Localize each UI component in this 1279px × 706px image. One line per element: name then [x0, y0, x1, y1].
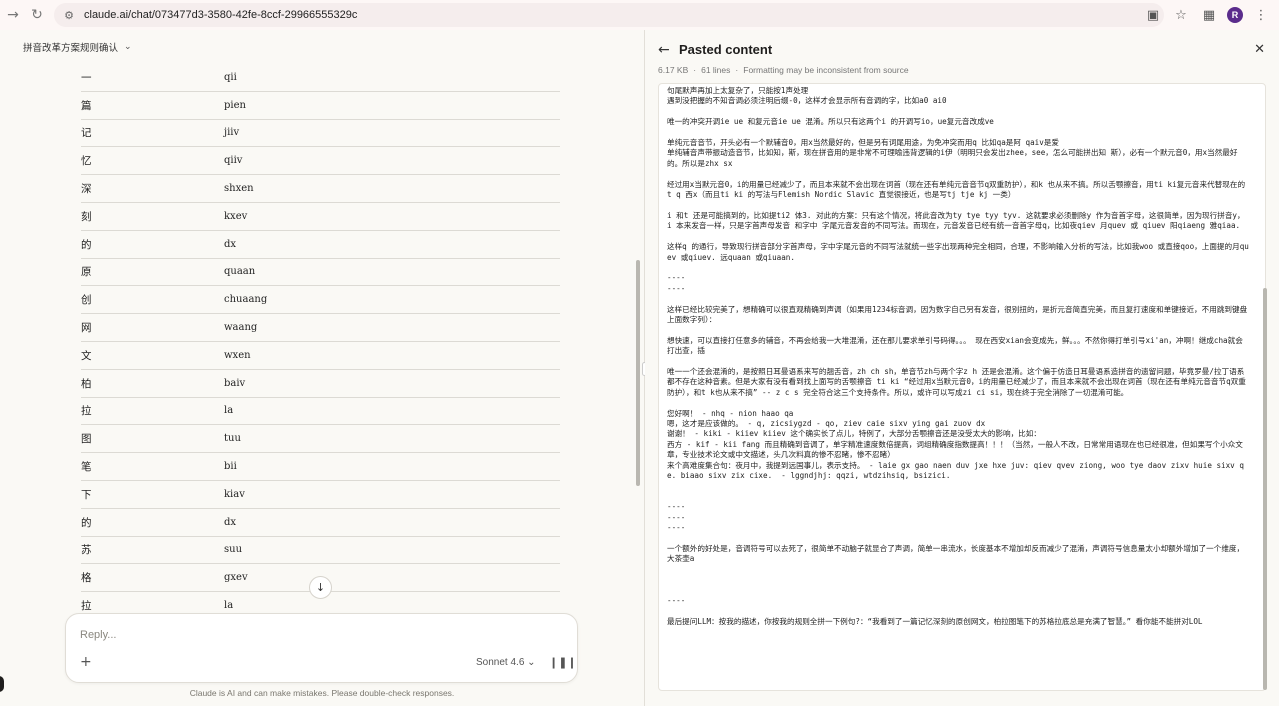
chat-scrollbar[interactable] — [636, 260, 640, 486]
pinyin-cell: gxev — [224, 572, 248, 584]
back-arrow-icon[interactable]: ← — [658, 42, 670, 58]
table-row: 的 dx — [81, 509, 560, 537]
table-row: 网 waang — [81, 314, 560, 342]
table-row: 篇 pien — [81, 92, 560, 120]
character-cell: 拉 — [81, 405, 92, 418]
table-row: 记 jiiv — [81, 120, 560, 148]
table-row: 的 dx — [81, 231, 560, 259]
url-text[interactable]: claude.ai/chat/073477d3-3580-42fe-8ccf-2… — [84, 9, 357, 21]
character-cell: 篇 — [81, 99, 92, 112]
character-cell: 原 — [81, 266, 92, 279]
pinyin-cell: dx — [224, 516, 237, 528]
profile-avatar[interactable]: R — [1227, 7, 1243, 23]
bookmark-star-icon[interactable]: ☆ — [1171, 5, 1191, 25]
character-cell: 深 — [81, 183, 92, 196]
model-selector[interactable]: Sonnet 4.6 ⌄ — [476, 657, 536, 668]
character-cell: 格 — [81, 572, 92, 585]
add-attachment-icon[interactable]: + — [80, 654, 92, 670]
character-cell: 文 — [81, 349, 92, 362]
arrow-down-icon: ↓ — [315, 581, 326, 594]
character-cell: 柏 — [81, 377, 92, 390]
voice-mode-icon[interactable]: ❙❚❙ — [549, 656, 577, 669]
browser-actions: ▣ ☆ ▦ R ⋮ — [1143, 3, 1279, 27]
table-row: 苏 suu — [81, 537, 560, 565]
pasted-content-panel: ← Pasted content ✕ 6.17 KB · 61 lines · … — [645, 30, 1279, 706]
pinyin-cell: quaan — [224, 266, 256, 278]
pinyin-cell: tuu — [224, 433, 241, 445]
table-row: 刻 kxev — [81, 203, 560, 231]
file-size: 6.17 KB — [658, 65, 689, 75]
browser-toolbar: → ↻ ⚙ claude.ai/chat/073477d3-3580-42fe-… — [0, 0, 1279, 30]
pinyin-cell: kxev — [224, 210, 248, 222]
table-row: 忆 qiiv — [81, 147, 560, 176]
model-name: Sonnet 4.6 — [476, 657, 525, 668]
pinyin-cell: qii — [224, 71, 237, 83]
pinyin-cell: kiav — [224, 488, 245, 500]
pinyin-table: 一 qii 篇 pien 记 jiiv 忆 qiiv 深 shxen 刻 kxev 的 dx 原 quaan 创… — [81, 64, 560, 620]
pinyin-cell: qiiv — [224, 155, 243, 167]
panel-scrollbar[interactable] — [1263, 288, 1267, 690]
line-count: 61 lines — [701, 65, 731, 75]
scroll-down-button[interactable]: ↓ — [309, 576, 332, 599]
reply-input[interactable]: Reply... — [80, 629, 116, 641]
pinyin-cell: dx — [224, 238, 237, 250]
table-row: 笔 bii — [81, 453, 560, 481]
character-cell: 刻 — [81, 210, 92, 223]
forward-arrow-icon[interactable]: → — [2, 4, 24, 26]
character-cell: 忆 — [81, 155, 92, 168]
table-row: 下 kiav — [81, 481, 560, 509]
disclaimer: Claude is AI and can make mistakes. Plea… — [189, 688, 455, 698]
table-row: 拉 la — [81, 398, 560, 426]
pinyin-cell: la — [224, 405, 234, 417]
character-cell: 的 — [81, 516, 92, 529]
character-cell: 的 — [81, 238, 92, 251]
character-cell: 拉 — [81, 600, 92, 613]
reload-icon[interactable]: ↻ — [26, 4, 48, 26]
character-cell: 图 — [81, 433, 92, 446]
pasted-content-box: 句尾默声再加上太复杂了，只能按1声处理 遇到没把握的不知音调必须注明后缀-0，这… — [658, 83, 1266, 691]
chat-title[interactable]: 拼音改革方案规则确认 ⌄ — [23, 40, 132, 54]
address-bar[interactable]: ⚙ claude.ai/chat/073477d3-3580-42fe-8ccf… — [54, 3, 1164, 27]
composer: Reply... + Sonnet 4.6 ⌄ ❙❚❙ — [65, 613, 578, 683]
meta-separator: · — [735, 65, 739, 75]
character-cell: 笔 — [81, 461, 92, 474]
close-icon[interactable]: ✕ — [1254, 42, 1265, 57]
panel-meta: 6.17 KB · 61 lines · Formatting may be i… — [658, 65, 909, 75]
pinyin-cell: waang — [224, 322, 258, 334]
pinyin-cell: wxen — [224, 349, 251, 361]
pinyin-cell: jiiv — [224, 127, 240, 139]
table-row: 一 qii — [81, 64, 560, 92]
character-cell: 一 — [81, 71, 92, 84]
install-app-icon[interactable]: ▣ — [1143, 5, 1163, 25]
pinyin-cell: baiv — [224, 377, 246, 389]
chevron-down-icon: ⌄ — [527, 657, 536, 668]
table-row: 创 chuaang — [81, 286, 560, 315]
chat-title-text[interactable]: 拼音改革方案规则确认 — [23, 40, 118, 54]
chevron-down-icon[interactable]: ⌄ — [124, 42, 132, 52]
chat-pane: 拼音改革方案规则确认 ⌄ 一 qii 篇 pien 记 jiiv 忆 qiiv 深 shxen 刻 k… — [0, 30, 644, 706]
pinyin-cell: bii — [224, 461, 237, 473]
table-row: 原 quaan — [81, 259, 560, 287]
more-menu-icon[interactable]: ⋮ — [1251, 5, 1271, 25]
pinyin-cell: la — [224, 600, 234, 612]
character-cell: 苏 — [81, 544, 92, 557]
character-cell: 记 — [81, 127, 92, 140]
pinyin-cell: suu — [224, 544, 243, 556]
pinyin-cell: pien — [224, 99, 246, 111]
character-cell: 网 — [81, 322, 92, 335]
table-row: 图 tuu — [81, 425, 560, 454]
pinyin-cell: chuaang — [224, 294, 268, 306]
pinyin-cell: shxen — [224, 183, 254, 195]
table-row: 深 shxen — [81, 175, 560, 203]
character-cell: 创 — [81, 294, 92, 307]
format-note: Formatting may be inconsistent from sour… — [743, 65, 909, 75]
extensions-icon[interactable]: ▦ — [1199, 5, 1219, 25]
table-row: 柏 baiv — [81, 370, 560, 398]
character-cell: 下 — [81, 488, 92, 501]
panel-title: Pasted content — [679, 42, 773, 57]
meta-separator: · — [693, 65, 697, 75]
site-info-icon[interactable]: ⚙ — [62, 8, 76, 22]
pasted-text: 句尾默声再加上太复杂了，只能按1声处理 遇到没把握的不知音调必须注明后缀-0，这… — [667, 86, 1249, 626]
table-row: 文 wxen — [81, 342, 560, 370]
